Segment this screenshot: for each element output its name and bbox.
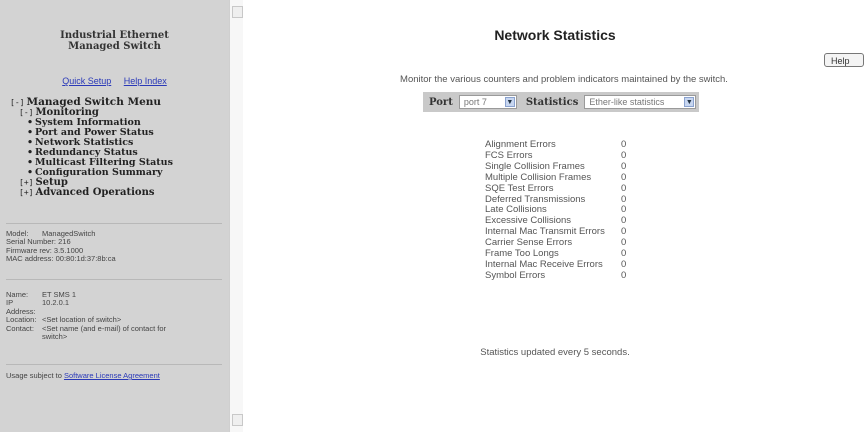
port-select-value: port 7: [463, 97, 487, 107]
statistics-select[interactable]: Ether-like statistics ▼: [584, 95, 697, 109]
update-notice: Statistics updated every 5 seconds.: [480, 347, 630, 358]
scroll-up-arrow-icon[interactable]: [232, 6, 243, 18]
contact-key: Contact:: [6, 323, 34, 333]
port-select[interactable]: port 7 ▼: [458, 95, 517, 109]
collapse-toggle-icon[interactable]: [-]: [10, 98, 24, 107]
app-title: Industrial Ethernet Managed Switch: [0, 30, 229, 52]
stat-value: 0: [621, 171, 627, 183]
statistics-label: Statistics: [525, 96, 579, 108]
sidebar: Industrial Ethernet Managed Switch Quick…: [0, 0, 229, 432]
collapse-toggle-icon[interactable]: [-]: [19, 108, 33, 117]
chevron-down-icon[interactable]: ▼: [504, 97, 515, 107]
page-title: Network Statistics: [494, 27, 616, 43]
help-index-link[interactable]: Help Index: [124, 76, 167, 86]
device-info: Model: ManagedSwitch Serial Number: 216 F…: [6, 229, 116, 264]
menu-item-configuration-summary[interactable]: Configuration Summary: [10, 168, 173, 179]
stat-row: Multiple Collision Frames 0: [485, 171, 641, 184]
port-label: Port: [429, 96, 453, 108]
expand-toggle-icon[interactable]: [+]: [19, 188, 33, 197]
menu-advanced-operations[interactable]: [+] Advanced Operations: [10, 188, 173, 198]
stat-label: Symbol Errors: [485, 269, 546, 281]
divider: [6, 223, 222, 224]
stat-row: SQE Test Errors 0: [485, 182, 641, 195]
managed-switch-menu: [-]Managed Switch Menu [-]Monitoring Sys…: [10, 97, 173, 198]
stat-label: SQE Test Errors: [485, 182, 554, 194]
expand-toggle-icon[interactable]: [+]: [19, 178, 33, 187]
chevron-down-icon[interactable]: ▼: [684, 97, 695, 107]
stat-value: 0: [621, 269, 627, 281]
stat-row: Symbol Errors 0: [485, 269, 641, 282]
contact-value: <Set name (and e-mail) of contact for sw…: [42, 323, 167, 342]
app-title-line1: Industrial Ethernet: [60, 30, 169, 41]
page-description: Monitor the various counters and problem…: [400, 74, 728, 85]
stat-label: Multiple Collision Frames: [485, 171, 592, 183]
contact-info: Name: ET SMS 1 IP 10.2.0.1 Address: Locati…: [6, 290, 192, 342]
quick-setup-link[interactable]: Quick Setup: [62, 76, 111, 86]
license-notice: Usage subject to Software License Agreem…: [6, 371, 196, 380]
statistics-table: Alignment Errors 0 FCS Errors 0 Single Colli…: [485, 139, 641, 282]
main-content: Network Statistics Help Monitor the vari…: [243, 0, 867, 432]
divider: [6, 279, 222, 280]
statistics-controls: Port port 7 ▼ Statistics Ether-like stat…: [423, 92, 700, 112]
license-link[interactable]: Software License Agreement: [64, 371, 160, 380]
sidebar-links: Quick Setup Help Index: [0, 76, 229, 86]
sidebar-scrollbar[interactable]: [229, 0, 243, 432]
statistics-select-value: Ether-like statistics: [589, 97, 665, 107]
ip-value: 10.2.0.1: [42, 298, 70, 308]
scroll-down-arrow-icon[interactable]: [232, 414, 243, 426]
license-prefix: Usage subject to: [6, 371, 62, 380]
mac-address: MAC address: 00:80:1d:37:8b:ca: [6, 254, 116, 264]
help-button[interactable]: Help: [824, 53, 864, 67]
stat-value: 0: [621, 182, 627, 194]
divider: [6, 364, 222, 365]
menu-advanced-label: Advanced Operations: [35, 187, 155, 198]
app-title-line2: Managed Switch: [68, 41, 161, 52]
